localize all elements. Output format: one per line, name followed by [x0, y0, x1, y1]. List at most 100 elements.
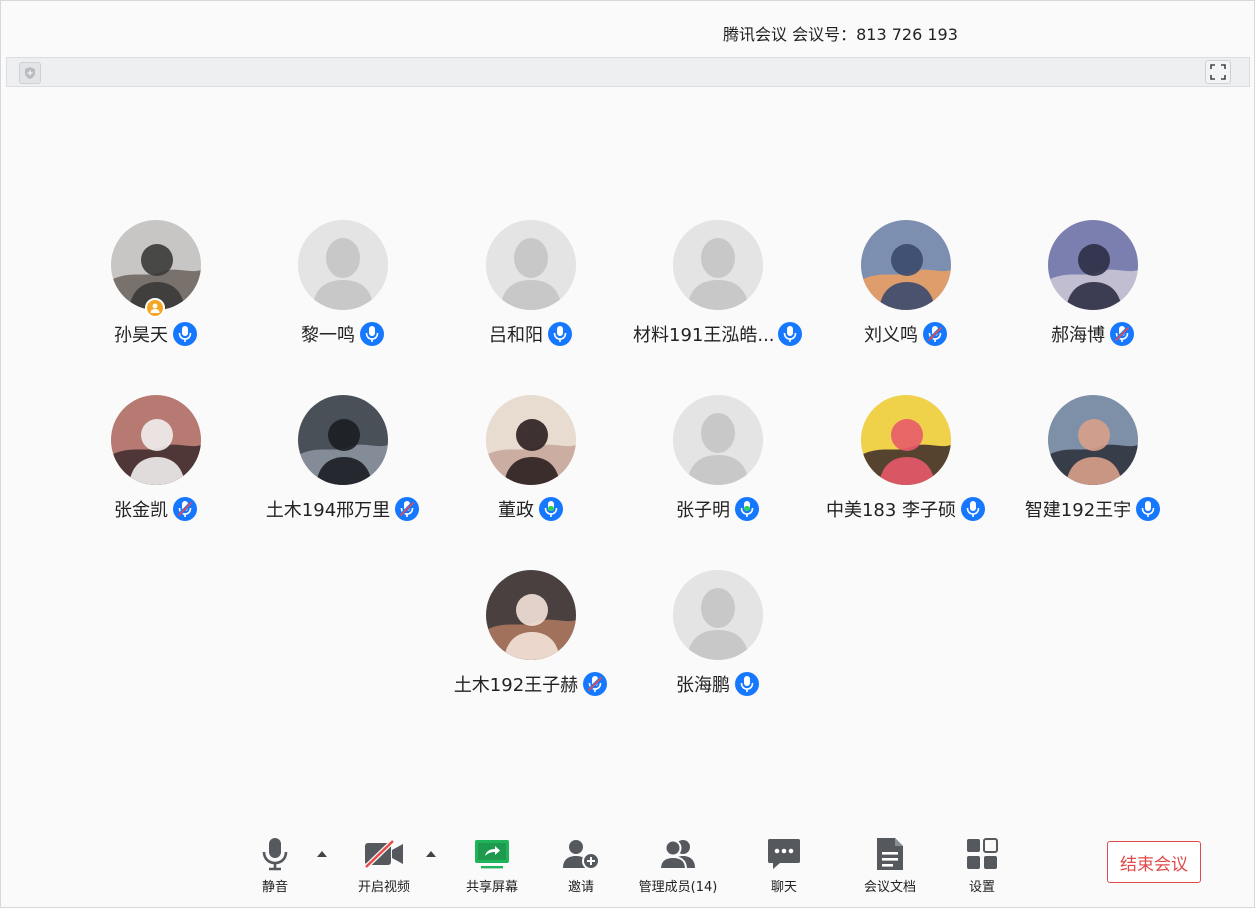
participant-name: 郝海博 — [1051, 325, 1105, 346]
document-icon — [877, 837, 903, 870]
participant-tile[interactable]: 张金凯 — [61, 395, 251, 525]
participant-name-row: 智建192王宇 — [998, 496, 1188, 522]
participant-tile[interactable]: 董政 — [436, 395, 626, 525]
title-bar: 腾讯会议 会议号：813 726 193 — [1, 1, 1254, 57]
participant-grid: 孙昊天 黎一鸣 吕和阳 材料191王泓皓... 刘义鸣 郝海博 张金凯 土木194邢万里 董政张… — [1, 1, 1254, 907]
photo-avatar — [298, 395, 388, 485]
chat-label: 聊天 — [770, 880, 797, 895]
settings-grid-icon — [967, 837, 998, 869]
participant-tile[interactable]: 中美183 李子硕 — [811, 395, 1001, 525]
fullscreen-icon — [1210, 64, 1226, 80]
participant-tile[interactable]: 土木192王子赫 — [436, 570, 626, 700]
avatar — [861, 395, 951, 485]
share-screen-icon — [475, 839, 509, 868]
caret-up-icon — [317, 851, 327, 857]
avatar — [111, 220, 201, 310]
bottom-toolbar: 静音 开启视频 共享屏幕 邀请 管理成员(14) 聊天 会议文档 设置 结束会议 — [1, 829, 1254, 899]
avatar — [673, 220, 763, 310]
avatar — [486, 570, 576, 660]
participant-tile[interactable]: 材料191王泓皓... — [623, 220, 813, 350]
participant-tile[interactable]: 智建192王宇 — [998, 395, 1188, 525]
end-meeting-button[interactable]: 结束会议 — [1107, 841, 1201, 883]
meeting-title: 腾讯会议 会议号：813 726 193 — [723, 25, 958, 44]
mic-muted-icon — [395, 497, 420, 521]
participant-tile[interactable]: 刘义鸣 — [811, 220, 1001, 350]
audio-options-caret[interactable] — [315, 847, 329, 861]
microphone-icon — [262, 837, 288, 870]
host-badge-icon — [145, 298, 165, 318]
mic-muted-icon — [583, 672, 608, 696]
mic-on-icon — [548, 322, 572, 346]
participant-name-row: 郝海博 — [998, 321, 1188, 347]
avatar — [673, 395, 763, 485]
mute-label: 静音 — [261, 880, 288, 895]
security-button[interactable] — [19, 62, 41, 84]
participant-name: 张海鹏 — [676, 675, 730, 696]
participant-name-row: 土木192王子赫 — [436, 671, 626, 697]
participant-name-row: 董政 — [436, 496, 626, 522]
invite-button[interactable]: 邀请 — [555, 835, 607, 895]
start-video-button[interactable]: 开启视频 — [352, 835, 416, 895]
avatar — [486, 220, 576, 310]
participant-tile[interactable]: 张海鹏 — [623, 570, 813, 700]
photo-avatar — [861, 220, 951, 310]
video-label: 开启视频 — [357, 880, 410, 895]
participant-name: 吕和阳 — [489, 325, 543, 346]
meeting-window: 腾讯会议 会议号：813 726 193 孙昊天 黎一鸣 吕和阳 材料191王泓皓..… — [0, 0, 1255, 908]
mic-on-icon — [1136, 497, 1161, 521]
share-screen-button[interactable]: 共享屏幕 — [460, 835, 524, 895]
settings-button[interactable]: 设置 — [955, 835, 1009, 895]
photo-avatar — [861, 395, 951, 485]
mute-button[interactable]: 静音 — [245, 835, 305, 895]
participant-name-row: 张子明 — [623, 496, 813, 522]
settings-label: 设置 — [968, 880, 995, 895]
info-bar — [6, 57, 1250, 87]
mic-on-icon — [961, 497, 986, 521]
add-user-icon — [563, 839, 600, 870]
mic-on-icon — [173, 322, 197, 346]
participant-name-row: 黎一鸣 — [248, 321, 438, 347]
mic-speaking-icon — [735, 497, 759, 521]
chat-icon — [768, 838, 800, 869]
default-avatar-icon — [673, 220, 763, 310]
photo-avatar — [486, 570, 576, 660]
video-off-icon — [364, 838, 403, 869]
participant-tile[interactable]: 张子明 — [623, 395, 813, 525]
avatar — [486, 395, 576, 485]
participant-tile[interactable]: 郝海博 — [998, 220, 1188, 350]
fullscreen-button[interactable] — [1205, 60, 1231, 84]
participant-name-row: 刘义鸣 — [811, 321, 1001, 347]
photo-avatar — [111, 220, 201, 310]
participant-name: 土木192王子赫 — [453, 675, 579, 696]
avatar — [298, 220, 388, 310]
members-icon — [658, 839, 695, 870]
mic-speaking-icon — [539, 497, 563, 521]
participant-name: 董政 — [498, 500, 534, 521]
participant-name-row: 张金凯 — [61, 496, 251, 522]
avatar — [1048, 220, 1138, 310]
participant-name-row: 吕和阳 — [436, 321, 626, 347]
video-options-caret[interactable] — [424, 847, 438, 861]
share-label: 共享屏幕 — [465, 880, 518, 895]
caret-up-icon — [426, 851, 436, 857]
chat-button[interactable]: 聊天 — [757, 835, 811, 895]
participant-name: 张金凯 — [114, 500, 168, 521]
mic-on-icon — [778, 322, 802, 346]
participant-tile[interactable]: 孙昊天 — [61, 220, 251, 350]
mic-muted-icon — [173, 497, 197, 521]
docs-label: 会议文档 — [863, 880, 916, 895]
participant-tile[interactable]: 黎一鸣 — [248, 220, 438, 350]
manage-members-button[interactable]: 管理成员(14) — [634, 835, 722, 895]
mic-on-icon — [735, 672, 759, 696]
participant-name: 土木194邢万里 — [265, 500, 391, 521]
avatar — [111, 395, 201, 485]
participant-tile[interactable]: 土木194邢万里 — [248, 395, 438, 525]
meeting-docs-button[interactable]: 会议文档 — [859, 835, 921, 895]
invite-label: 邀请 — [567, 880, 594, 895]
photo-avatar — [1048, 220, 1138, 310]
participant-name: 刘义鸣 — [864, 325, 918, 346]
participant-tile[interactable]: 吕和阳 — [436, 220, 626, 350]
mic-muted-icon — [1110, 322, 1134, 346]
participant-name: 张子明 — [676, 500, 730, 521]
participant-name-row: 张海鹏 — [623, 671, 813, 697]
